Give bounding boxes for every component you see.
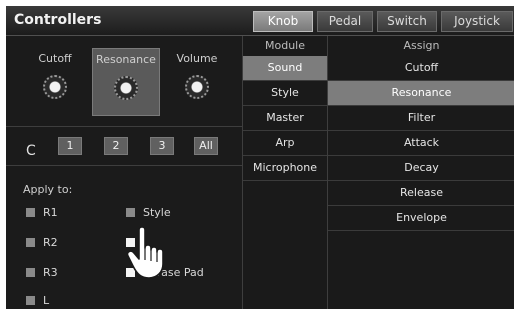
- title-bar: Controllers Knob Pedal Switch Joystick: [6, 6, 514, 36]
- module-item-microphone[interactable]: Microphone: [243, 156, 327, 181]
- controllers-screen: Controllers Knob Pedal Switch Joystick C…: [6, 6, 514, 309]
- knob-label: Volume: [176, 52, 218, 65]
- assign-header: Assign: [403, 39, 440, 52]
- knob-volume[interactable]: Volume: [163, 48, 231, 116]
- assign-item-decay[interactable]: Decay: [328, 156, 514, 181]
- knob-dial-icon[interactable]: [114, 76, 138, 100]
- checkbox-label-l: L: [43, 294, 50, 307]
- assign-item-attack[interactable]: Attack: [328, 131, 514, 156]
- knob-cutoff[interactable]: Cutoff: [21, 48, 89, 116]
- module-item-style[interactable]: Style: [243, 81, 327, 106]
- knob-dial-icon[interactable]: [185, 75, 209, 99]
- checkbox-label-style: Style: [143, 206, 171, 219]
- knob-panel: Cutoff Resonance Volume C 1 2 3 All Appl…: [6, 36, 242, 309]
- knob-label: Cutoff: [38, 52, 72, 65]
- preset-button-all[interactable]: All: [194, 137, 218, 155]
- assign-item-filter[interactable]: Filter: [328, 106, 514, 131]
- tab-switch[interactable]: Switch: [377, 11, 437, 32]
- module-item-sound[interactable]: Sound: [243, 56, 327, 81]
- checkbox-label-r1: R1: [43, 206, 58, 219]
- assign-item-cutoff[interactable]: Cutoff: [328, 56, 514, 81]
- divider: [6, 165, 242, 166]
- refresh-icon[interactable]: C: [26, 143, 36, 159]
- page-title: Controllers: [14, 12, 102, 28]
- assign-panel: Module Assign Sound Style Master Arp Mic…: [242, 36, 514, 309]
- knob-label: Resonance: [96, 53, 156, 66]
- tab-knob[interactable]: Knob: [253, 11, 313, 32]
- checkbox-label-r2: R2: [43, 236, 58, 249]
- divider: [6, 126, 242, 127]
- hand-pointer-icon: [126, 226, 164, 279]
- checkbox-r2[interactable]: [26, 238, 35, 247]
- preset-button-2[interactable]: 2: [104, 137, 128, 155]
- module-item-master[interactable]: Master: [243, 106, 327, 131]
- checkbox-l[interactable]: [26, 296, 35, 305]
- apply-to-label: Apply to:: [23, 183, 73, 196]
- assign-item-release[interactable]: Release: [328, 181, 514, 206]
- checkbox-label-r3: R3: [43, 266, 58, 279]
- knob-resonance[interactable]: Resonance: [92, 48, 160, 116]
- checkbox-r3[interactable]: [26, 268, 35, 277]
- module-header: Module: [265, 39, 305, 52]
- assign-item-resonance[interactable]: Resonance: [328, 81, 514, 106]
- preset-button-1[interactable]: 1: [58, 137, 82, 155]
- module-item-arp[interactable]: Arp: [243, 131, 327, 156]
- checkbox-r1[interactable]: [26, 208, 35, 217]
- tab-joystick[interactable]: Joystick: [441, 11, 513, 32]
- tab-pedal[interactable]: Pedal: [317, 11, 373, 32]
- assign-item-envelope[interactable]: Envelope: [328, 206, 514, 231]
- checkbox-style[interactable]: [126, 208, 135, 217]
- knob-dial-icon[interactable]: [43, 75, 67, 99]
- preset-button-3[interactable]: 3: [150, 137, 174, 155]
